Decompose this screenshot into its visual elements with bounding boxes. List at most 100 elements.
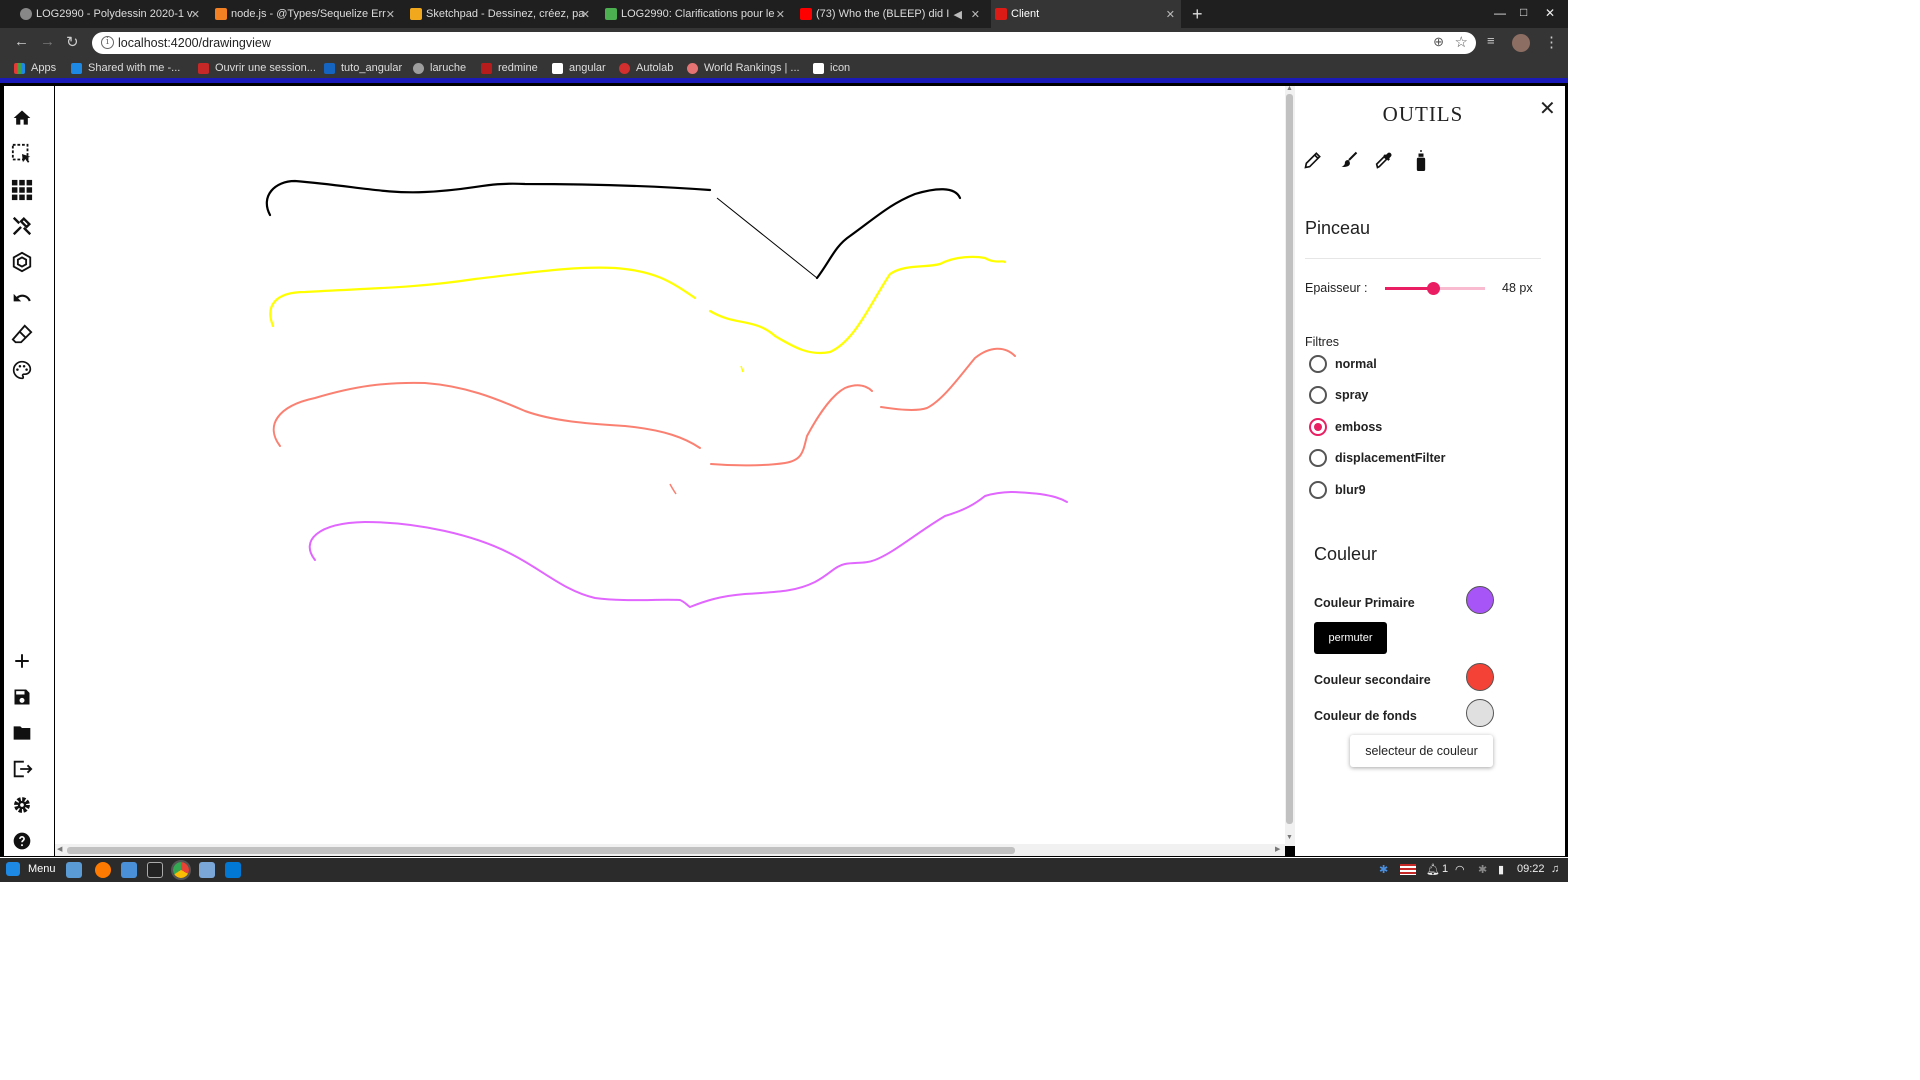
bookmark-item[interactable]: tuto_angular <box>324 62 402 74</box>
vscode-icon[interactable] <box>225 862 241 878</box>
undo-icon[interactable] <box>10 286 34 310</box>
home-icon[interactable] <box>10 106 34 130</box>
close-tab-icon[interactable]: ✕ <box>971 8 980 21</box>
back-icon[interactable]: ← <box>14 33 29 50</box>
save-icon[interactable] <box>10 685 34 709</box>
bookmark-item[interactable]: World Rankings | ... <box>687 62 800 74</box>
forward-icon[interactable]: → <box>40 33 55 50</box>
settings-icon[interactable] <box>10 793 34 817</box>
bookmark-item[interactable]: laruche <box>413 62 466 74</box>
horizontal-scroll-thumb[interactable] <box>67 847 1015 854</box>
browser-tab[interactable]: node.js - @Types/Sequelize Err ✕ <box>211 0 401 28</box>
grid-icon[interactable] <box>10 178 34 202</box>
window-close-icon[interactable]: ✕ <box>1545 6 1555 20</box>
minimize-icon[interactable]: — <box>1494 6 1506 20</box>
start-menu-button[interactable]: Menu <box>6 862 56 876</box>
drawing-canvas[interactable] <box>55 86 1285 844</box>
reading-list-icon[interactable]: ≡ <box>1487 33 1495 48</box>
chrome-icon[interactable] <box>171 860 191 880</box>
vertical-scrollbar[interactable]: ▲ ▼ <box>1285 85 1295 846</box>
scroll-up-icon[interactable]: ▲ <box>1286 85 1293 92</box>
browser-tab[interactable]: Sketchpad - Dessinez, créez, pa ✕ <box>406 0 596 28</box>
browser-menu-icon[interactable]: ⋮ <box>1544 33 1559 51</box>
terminal-icon[interactable] <box>147 862 163 878</box>
radio-circle[interactable] <box>1309 481 1327 499</box>
bookmark-item[interactable]: icon <box>813 62 850 74</box>
browser-tab[interactable]: LOG2990: Clarifications pour le ✕ <box>601 0 791 28</box>
thickness-slider[interactable] <box>1385 282 1485 295</box>
eraser-icon[interactable] <box>10 322 34 346</box>
browser-tab[interactable]: LOG2990 - Polydessin 2020-1 v ✕ <box>16 0 206 28</box>
bluetooth-status-icon[interactable]: ✱ <box>1478 863 1487 876</box>
url-field[interactable]: i localhost:4200/drawingview ⊕ ☆ <box>92 32 1476 54</box>
radio-circle-selected[interactable] <box>1309 418 1327 436</box>
filter-radio-spray[interactable]: spray <box>1309 386 1368 404</box>
browser-tab-active[interactable]: Client ✕ <box>991 0 1181 28</box>
close-tab-icon[interactable]: ✕ <box>581 8 590 21</box>
close-tab-icon[interactable]: ✕ <box>776 8 785 21</box>
wifi-icon[interactable]: ◠ <box>1455 863 1465 876</box>
bookmark-apps[interactable]: Apps <box>14 62 56 74</box>
close-panel-icon[interactable]: ✕ <box>1539 96 1556 121</box>
scroll-left-icon[interactable]: ◀ <box>57 845 62 853</box>
audio-icon[interactable]: ◀ <box>954 8 962 21</box>
radio-circle[interactable] <box>1309 386 1327 404</box>
file-manager-icon[interactable] <box>66 862 82 878</box>
close-tab-icon[interactable]: ✕ <box>1166 8 1175 21</box>
pipette-icon[interactable] <box>1375 150 1397 172</box>
close-tab-icon[interactable]: ✕ <box>191 8 200 21</box>
radio-circle[interactable] <box>1309 449 1327 467</box>
new-tab-icon[interactable]: + <box>1192 4 1203 25</box>
bookmark-item[interactable]: Shared with me -... <box>71 62 180 74</box>
scroll-right-icon[interactable]: ▶ <box>1275 845 1280 853</box>
thickness-slider-thumb[interactable] <box>1427 282 1440 295</box>
firefox-icon[interactable] <box>95 862 111 878</box>
bookmark-item[interactable]: angular <box>552 62 606 74</box>
battery-icon[interactable]: ▮ <box>1498 863 1504 876</box>
close-tab-icon[interactable]: ✕ <box>386 8 395 21</box>
filter-radio-emboss[interactable]: emboss <box>1309 418 1382 436</box>
mail-icon[interactable] <box>121 862 137 878</box>
reload-icon[interactable]: ↻ <box>66 33 79 51</box>
zoom-icon[interactable]: ⊕ <box>1433 34 1444 50</box>
filter-radio-blur9[interactable]: blur9 <box>1309 481 1366 499</box>
bookmark-item[interactable]: Autolab <box>619 62 673 74</box>
bookmark-item[interactable]: redmine <box>481 62 538 74</box>
keyboard-layout-icon[interactable] <box>1400 864 1416 875</box>
tools-icon[interactable] <box>10 214 34 238</box>
background-color-swatch[interactable] <box>1466 699 1494 727</box>
filter-radio-normal[interactable]: normal <box>1309 355 1377 373</box>
site-info-icon[interactable]: i <box>101 36 114 49</box>
folder-app-icon[interactable] <box>199 862 215 878</box>
polygon-icon[interactable] <box>10 250 34 274</box>
palette-icon[interactable] <box>10 358 34 382</box>
bluetooth-icon[interactable]: ✱ <box>1379 863 1388 876</box>
vertical-scroll-thumb[interactable] <box>1286 94 1293 824</box>
swap-colors-button[interactable]: permuter <box>1314 622 1387 654</box>
radio-circle[interactable] <box>1309 355 1327 373</box>
bookmark-label: Autolab <box>636 62 674 74</box>
horizontal-scrollbar[interactable]: ◀ ▶ <box>55 844 1285 856</box>
primary-color-swatch[interactable] <box>1466 586 1494 614</box>
folder-icon[interactable] <box>10 721 34 745</box>
brush-icon[interactable] <box>1339 150 1361 172</box>
add-icon[interactable] <box>10 649 34 673</box>
filter-radio-displacement[interactable]: displacementFilter <box>1309 449 1445 467</box>
maximize-icon[interactable]: □ <box>1520 5 1527 19</box>
selection-icon[interactable] <box>10 142 34 166</box>
color-picker-button[interactable]: selecteur de couleur <box>1350 735 1493 767</box>
music-icon[interactable]: ♫ <box>1551 863 1559 875</box>
drawing-surface[interactable] <box>55 86 1285 844</box>
export-icon[interactable] <box>10 757 34 781</box>
tab-title: Client <box>1011 8 1040 20</box>
browser-tab[interactable]: (73) Who the (BLEEP) did I ◀ ✕ <box>796 0 986 28</box>
avatar[interactable] <box>1512 34 1530 52</box>
scroll-down-icon[interactable]: ▼ <box>1286 834 1293 841</box>
spray-icon[interactable] <box>1411 150 1433 172</box>
bookmark-star-icon[interactable]: ☆ <box>1455 33 1468 51</box>
secondary-color-swatch[interactable] <box>1466 663 1494 691</box>
notification-icon[interactable]: 🔔︎ <box>1426 863 1440 876</box>
help-icon[interactable] <box>10 829 34 853</box>
bookmark-item[interactable]: Ouvrir une session... <box>198 62 316 74</box>
pencil-icon[interactable] <box>1303 150 1325 172</box>
